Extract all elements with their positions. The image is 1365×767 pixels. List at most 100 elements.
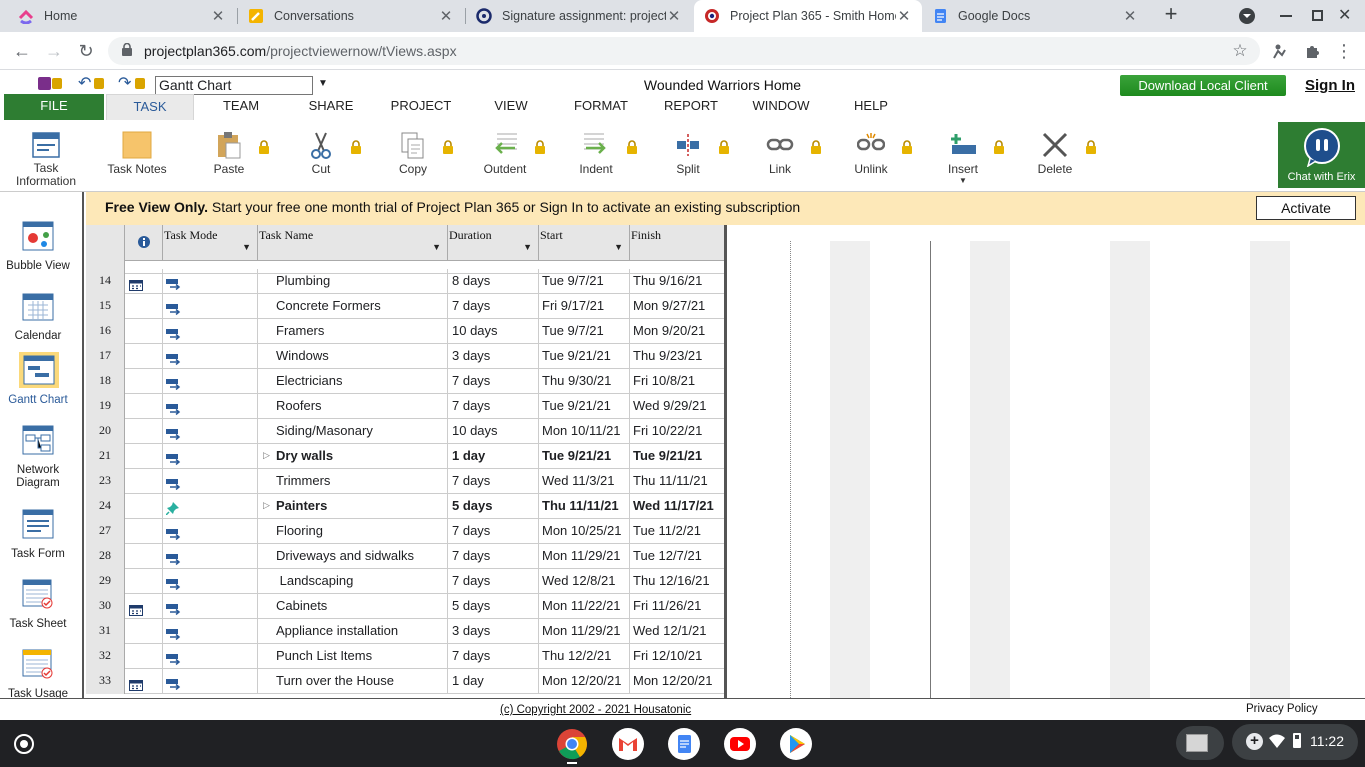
expand-icon[interactable]: ▷ xyxy=(263,444,270,467)
docs-icon[interactable] xyxy=(668,728,700,760)
chrome-icon[interactable] xyxy=(556,728,588,760)
menu-help[interactable]: HELP xyxy=(835,94,907,120)
start-cell[interactable]: Mon 10/11/21 xyxy=(539,419,630,444)
duration-cell[interactable]: 7 days xyxy=(448,569,539,594)
task-mode-cell[interactable] xyxy=(163,369,258,394)
view-selector[interactable]: Gantt Chart xyxy=(155,76,313,95)
insert-button[interactable]: Insert ▼ xyxy=(923,128,1003,186)
close-icon[interactable]: ✕ xyxy=(438,7,454,25)
duration-cell[interactable]: 3 days xyxy=(448,619,539,644)
duration-cell[interactable]: 7 days xyxy=(448,519,539,544)
task-mode-cell[interactable] xyxy=(163,619,258,644)
duration-cell[interactable]: 1 day xyxy=(448,444,539,469)
task-name-cell[interactable]: ▷ Painters xyxy=(258,494,448,519)
finish-cell[interactable]: Tue 11/2/21 xyxy=(630,519,724,544)
cut-button[interactable]: Cut xyxy=(281,128,361,176)
task-name-cell[interactable]: Roofers xyxy=(258,394,448,419)
start-cell[interactable]: Tue 9/21/21 xyxy=(539,394,630,419)
task-mode-cell[interactable] xyxy=(163,469,258,494)
close-icon[interactable]: ✕ xyxy=(896,7,912,25)
start-cell[interactable]: Mon 10/25/21 xyxy=(539,519,630,544)
view-task-form[interactable]: Task Form xyxy=(0,506,76,561)
minimize-icon[interactable] xyxy=(1280,15,1292,17)
browser-tab-projectplan[interactable]: Project Plan 365 - Smith Home ✕ xyxy=(694,0,922,32)
finish-cell[interactable]: Thu 11/11/21 xyxy=(630,469,724,494)
copyright-link[interactable]: (c) Copyright 2002 - 2021 Housatonic xyxy=(500,704,691,716)
task-mode-cell[interactable] xyxy=(163,494,258,519)
task-information-button[interactable]: Task Information xyxy=(6,128,86,188)
start-cell[interactable]: Mon 11/29/21 xyxy=(539,619,630,644)
download-local-client-button[interactable]: Download Local Client xyxy=(1120,75,1286,96)
finish-cell[interactable]: Wed 11/17/21 xyxy=(630,494,724,519)
duration-cell[interactable]: 3 days xyxy=(448,344,539,369)
close-icon[interactable]: ✕ xyxy=(666,7,682,25)
finish-cell[interactable]: Mon 12/20/21 xyxy=(630,669,724,694)
finish-cell[interactable]: Fri 10/8/21 xyxy=(630,369,724,394)
menu-report[interactable]: REPORT xyxy=(655,94,727,120)
address-bar[interactable]: projectplan365.com/projectviewernow/tVie… xyxy=(108,37,1260,65)
task-name-cell[interactable]: Turn over the House xyxy=(258,669,448,694)
expand-icon[interactable]: ▷ xyxy=(263,494,270,517)
outdent-button[interactable]: Outdent xyxy=(465,128,545,176)
table-row[interactable]: 30 Cabinets 5 days Mon 11/22/21 Fri 11/26/21 xyxy=(86,594,724,619)
extension-icon[interactable] xyxy=(1268,39,1292,63)
more-menu-icon[interactable]: ⋮ xyxy=(1332,39,1356,63)
task-name-cell[interactable]: Punch List Items xyxy=(258,644,448,669)
task-name-cell[interactable]: Cabinets xyxy=(258,594,448,619)
view-bubble[interactable]: Bubble View xyxy=(0,218,76,273)
task-mode-cell[interactable] xyxy=(163,544,258,569)
duration-cell[interactable]: 7 days xyxy=(448,294,539,319)
table-row[interactable]: 31 Appliance installation 3 days Mon 11/29/… xyxy=(86,619,724,644)
task-mode-cell[interactable] xyxy=(163,569,258,594)
window-close-icon[interactable]: ✕ xyxy=(1338,5,1351,25)
new-tab-icon[interactable]: + xyxy=(1160,3,1182,26)
browser-tab-google-docs[interactable]: Google Docs ✕ xyxy=(922,0,1148,32)
chat-with-erix-button[interactable]: Chat with Erix xyxy=(1278,122,1365,188)
finish-cell[interactable]: Thu 12/16/21 xyxy=(630,569,724,594)
start-cell[interactable]: Mon 12/20/21 xyxy=(539,669,630,694)
finish-cell[interactable]: Mon 9/20/21 xyxy=(630,319,724,344)
task-notes-button[interactable]: Task Notes xyxy=(97,128,177,176)
duration-cell[interactable]: 10 days xyxy=(448,319,539,344)
duration-cell[interactable]: 8 days xyxy=(448,269,539,294)
table-row[interactable]: 18 Electricians 7 days Thu 9/30/21 Fri 10/8/… xyxy=(86,369,724,394)
table-row[interactable]: 16 Framers 10 days Tue 9/7/21 Mon 9/20/21 xyxy=(86,319,724,344)
table-row[interactable]: 33 Turn over the House 1 day Mon 12/20/21 Mo… xyxy=(86,669,724,694)
task-name-cell[interactable]: Plumbing xyxy=(258,269,448,294)
task-name-cell[interactable]: ▷ Dry walls xyxy=(258,444,448,469)
finish-cell[interactable]: Thu 9/16/21 xyxy=(630,269,724,294)
unlink-button[interactable]: Unlink xyxy=(831,128,911,176)
view-task-usage[interactable]: Task Usage xyxy=(0,646,76,701)
table-row[interactable]: 20 Siding/Masonary 10 days Mon 10/11/21 Fri … xyxy=(86,419,724,444)
copy-button[interactable]: Copy xyxy=(373,128,453,176)
paste-button[interactable]: Paste xyxy=(189,128,269,176)
privacy-policy-link[interactable]: Privacy Policy xyxy=(1246,703,1318,715)
task-name-cell[interactable]: Concrete Formers xyxy=(258,294,448,319)
task-name-cell[interactable]: Flooring xyxy=(258,519,448,544)
close-icon[interactable]: ✕ xyxy=(210,7,226,25)
start-cell[interactable]: Fri 9/17/21 xyxy=(539,294,630,319)
start-cell[interactable]: Tue 9/21/21 xyxy=(539,444,630,469)
view-network-diagram[interactable]: Network Diagram xyxy=(0,422,76,490)
redo-icon[interactable]: ↷ xyxy=(118,73,131,93)
task-name-cell[interactable]: Windows xyxy=(258,344,448,369)
save-icon[interactable] xyxy=(38,77,51,90)
tab-search-icon[interactable] xyxy=(1239,8,1255,24)
split-button[interactable]: Split xyxy=(648,128,728,176)
view-calendar[interactable]: Calendar xyxy=(0,288,76,343)
duration-cell[interactable]: 7 days xyxy=(448,469,539,494)
menu-task[interactable]: TASK xyxy=(106,94,194,120)
duration-cell[interactable]: 7 days xyxy=(448,544,539,569)
start-cell[interactable]: Tue 9/7/21 xyxy=(539,269,630,294)
finish-cell[interactable]: Tue 12/7/21 xyxy=(630,544,724,569)
menu-project[interactable]: PROJECT xyxy=(385,94,457,120)
browser-tab-home[interactable]: Home ✕ xyxy=(8,0,236,32)
activate-button[interactable]: Activate xyxy=(1256,196,1356,220)
table-row[interactable]: 27 Flooring 7 days Mon 10/25/21 Tue 11/2/21 xyxy=(86,519,724,544)
table-row[interactable]: 14 Plumbing 8 days Tue 9/7/21 Thu 9/16/21 xyxy=(86,269,724,294)
table-row[interactable]: 19 Roofers 7 days Tue 9/21/21 Wed 9/29/21 xyxy=(86,394,724,419)
menu-team[interactable]: TEAM xyxy=(205,94,277,120)
finish-cell[interactable]: Fri 12/10/21 xyxy=(630,644,724,669)
gmail-icon[interactable] xyxy=(612,728,644,760)
menu-format[interactable]: FORMAT xyxy=(565,94,637,120)
